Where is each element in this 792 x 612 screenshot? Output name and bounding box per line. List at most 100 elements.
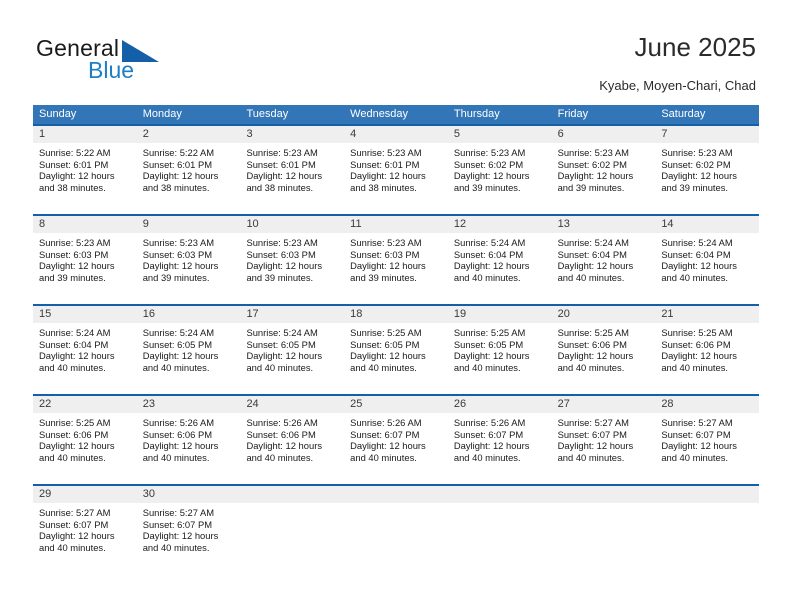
general-blue-logo[interactable]: General Blue <box>36 36 206 84</box>
logo-text-blue: Blue <box>88 57 135 83</box>
daylight-text-line2: and 40 minutes. <box>39 361 106 373</box>
daylight-text-line1: Daylight: 12 hours <box>39 350 115 362</box>
sunset-text: Sunset: 6:02 PM <box>557 158 627 170</box>
day-number-band: 10 <box>240 216 345 233</box>
day-cell[interactable]: 10 Sunrise: 5:23 AM Sunset: 6:03 PM Dayl… <box>240 214 345 304</box>
day-cell[interactable]: 5 Sunrise: 5:23 AM Sunset: 6:02 PM Dayli… <box>447 124 552 214</box>
daylight-text-line1: Daylight: 12 hours <box>350 260 426 272</box>
day-cell[interactable]: 29 Sunrise: 5:27 AM Sunset: 6:07 PM Dayl… <box>33 484 137 574</box>
day-number: 4 <box>350 128 357 140</box>
day-cell[interactable]: 19 Sunrise: 5:25 AM Sunset: 6:05 PM Dayl… <box>447 304 552 394</box>
day-cell[interactable]: 4 Sunrise: 5:23 AM Sunset: 6:01 PM Dayli… <box>344 124 448 214</box>
day-number-band: 17 <box>240 306 345 323</box>
day-number-band: 2 <box>136 126 241 143</box>
day-number-band: 20 <box>551 306 656 323</box>
day-number: 24 <box>246 398 259 410</box>
daylight-text-line1: Daylight: 12 hours <box>39 530 115 542</box>
sunrise-text: Sunrise: 5:25 AM <box>39 417 111 428</box>
day-number-band: 1 <box>33 126 137 143</box>
day-number-band: 8 <box>33 216 137 233</box>
daylight-text-line1: Daylight: 12 hours <box>39 260 115 272</box>
day-details: Sunrise: 5:25 AM Sunset: 6:06 PM Dayligh… <box>655 323 759 373</box>
day-cell[interactable]: 24 Sunrise: 5:26 AM Sunset: 6:06 PM Dayl… <box>240 394 345 484</box>
day-number-band: 18 <box>344 306 448 323</box>
day-number-band: 16 <box>136 306 241 323</box>
daylight-text-line2: and 39 minutes. <box>142 271 210 283</box>
day-cell[interactable]: 16 Sunrise: 5:24 AM Sunset: 6:05 PM Dayl… <box>136 304 241 394</box>
day-cell[interactable]: 8 Sunrise: 5:23 AM Sunset: 6:03 PM Dayli… <box>33 214 137 304</box>
day-number-band: 23 <box>136 396 241 413</box>
day-details: Sunrise: 5:23 AM Sunset: 6:03 PM Dayligh… <box>33 233 137 283</box>
day-number: 13 <box>557 218 570 230</box>
weekday-header-tuesday: Tuesday <box>246 108 289 120</box>
day-cell[interactable]: 21 Sunrise: 5:25 AM Sunset: 6:06 PM Dayl… <box>655 304 760 394</box>
day-cell[interactable]: 1 Sunrise: 5:22 AM Sunset: 6:01 PM Dayli… <box>33 124 137 214</box>
day-number: 23 <box>142 398 155 410</box>
day-cell[interactable]: 20 Sunrise: 5:25 AM Sunset: 6:06 PM Dayl… <box>551 304 656 394</box>
day-details: Sunrise: 5:27 AM Sunset: 6:07 PM Dayligh… <box>655 413 759 463</box>
day-cell[interactable]: 11 Sunrise: 5:23 AM Sunset: 6:03 PM Dayl… <box>344 214 448 304</box>
daylight-text-line2: and 40 minutes. <box>661 271 729 283</box>
daylight-text-line2: and 40 minutes. <box>350 361 417 373</box>
day-number: 14 <box>661 218 674 230</box>
day-cell[interactable]: 14 Sunrise: 5:24 AM Sunset: 6:04 PM Dayl… <box>655 214 760 304</box>
day-cell[interactable]: 2 Sunrise: 5:22 AM Sunset: 6:01 PM Dayli… <box>136 124 241 214</box>
day-cell[interactable]: 28 Sunrise: 5:27 AM Sunset: 6:07 PM Dayl… <box>655 394 760 484</box>
day-details: Sunrise: 5:23 AM Sunset: 6:02 PM Dayligh… <box>655 143 759 193</box>
day-cell[interactable]: 3 Sunrise: 5:23 AM Sunset: 6:01 PM Dayli… <box>240 124 345 214</box>
day-number-band: 24 <box>240 396 345 413</box>
daylight-text-line1: Daylight: 12 hours <box>661 440 737 452</box>
day-cell[interactable]: 23 Sunrise: 5:26 AM Sunset: 6:06 PM Dayl… <box>136 394 241 484</box>
day-details: Sunrise: 5:25 AM Sunset: 6:06 PM Dayligh… <box>33 413 137 463</box>
sunrise-text: Sunrise: 5:23 AM <box>246 237 318 248</box>
day-number: 25 <box>350 398 363 410</box>
day-number: 29 <box>39 488 52 500</box>
daylight-text-line2: and 39 minutes. <box>246 271 314 283</box>
page-subtitle: Kyabe, Moyen-Chari, Chad <box>599 78 756 93</box>
daylight-text-line1: Daylight: 12 hours <box>350 440 426 452</box>
sunrise-text: Sunrise: 5:25 AM <box>453 327 526 338</box>
daylight-text-line1: Daylight: 12 hours <box>39 440 115 452</box>
day-cell[interactable]: 17 Sunrise: 5:24 AM Sunset: 6:05 PM Dayl… <box>240 304 345 394</box>
sunrise-text: Sunrise: 5:22 AM <box>142 147 215 158</box>
day-details: Sunrise: 5:23 AM Sunset: 6:03 PM Dayligh… <box>137 233 241 283</box>
day-cell[interactable]: 15 Sunrise: 5:24 AM Sunset: 6:04 PM Dayl… <box>33 304 137 394</box>
day-number: 16 <box>142 308 155 320</box>
sunrise-text: Sunrise: 5:25 AM <box>350 327 422 338</box>
weekday-header-monday: Monday <box>142 108 182 120</box>
day-details: Sunrise: 5:24 AM Sunset: 6:04 PM Dayligh… <box>552 233 656 283</box>
daylight-text-line2: and 40 minutes. <box>453 271 521 283</box>
day-details: Sunrise: 5:26 AM Sunset: 6:07 PM Dayligh… <box>448 413 552 463</box>
sunrise-text: Sunrise: 5:24 AM <box>39 327 111 338</box>
sunset-text: Sunset: 6:06 PM <box>142 428 213 440</box>
day-cell[interactable]: 6 Sunrise: 5:23 AM Sunset: 6:02 PM Dayli… <box>551 124 656 214</box>
day-number: 7 <box>661 128 668 140</box>
day-cell[interactable]: 18 Sunrise: 5:25 AM Sunset: 6:05 PM Dayl… <box>344 304 448 394</box>
sunrise-text: Sunrise: 5:23 AM <box>350 237 422 248</box>
page-title: June 2025 <box>634 32 756 62</box>
day-cell[interactable]: 9 Sunrise: 5:23 AM Sunset: 6:03 PM Dayli… <box>136 214 241 304</box>
sunrise-text: Sunrise: 5:27 AM <box>142 507 215 518</box>
daylight-text-line1: Daylight: 12 hours <box>246 440 323 452</box>
day-cell[interactable]: 13 Sunrise: 5:24 AM Sunset: 6:04 PM Dayl… <box>551 214 656 304</box>
daylight-text-line2: and 40 minutes. <box>557 271 625 283</box>
sunset-text: Sunset: 6:01 PM <box>39 158 109 170</box>
day-cell[interactable]: 25 Sunrise: 5:26 AM Sunset: 6:07 PM Dayl… <box>344 394 448 484</box>
day-cell[interactable]: 12 Sunrise: 5:24 AM Sunset: 6:04 PM Dayl… <box>447 214 552 304</box>
daylight-text-line2: and 40 minutes. <box>246 361 314 373</box>
calendar-grid: Sunday Monday Tuesday Wednesday Thursday… <box>33 105 760 574</box>
sunset-text: Sunset: 6:01 PM <box>142 158 213 170</box>
day-number: 17 <box>246 308 259 320</box>
daylight-text-line1: Daylight: 12 hours <box>557 260 634 272</box>
day-cell[interactable]: 27 Sunrise: 5:27 AM Sunset: 6:07 PM Dayl… <box>551 394 656 484</box>
sunset-text: Sunset: 6:04 PM <box>661 248 731 260</box>
day-number-band: 13 <box>551 216 656 233</box>
sunset-text: Sunset: 6:02 PM <box>453 158 524 170</box>
day-cell[interactable]: 26 Sunrise: 5:26 AM Sunset: 6:07 PM Dayl… <box>447 394 552 484</box>
day-cell[interactable]: 7 Sunrise: 5:23 AM Sunset: 6:02 PM Dayli… <box>655 124 760 214</box>
day-cell-empty <box>655 484 760 574</box>
daylight-text-line2: and 39 minutes. <box>39 271 106 283</box>
day-cell[interactable]: 22 Sunrise: 5:25 AM Sunset: 6:06 PM Dayl… <box>33 394 137 484</box>
day-details: Sunrise: 5:23 AM Sunset: 6:03 PM Dayligh… <box>344 233 448 283</box>
day-cell[interactable]: 30 Sunrise: 5:27 AM Sunset: 6:07 PM Dayl… <box>136 484 241 574</box>
